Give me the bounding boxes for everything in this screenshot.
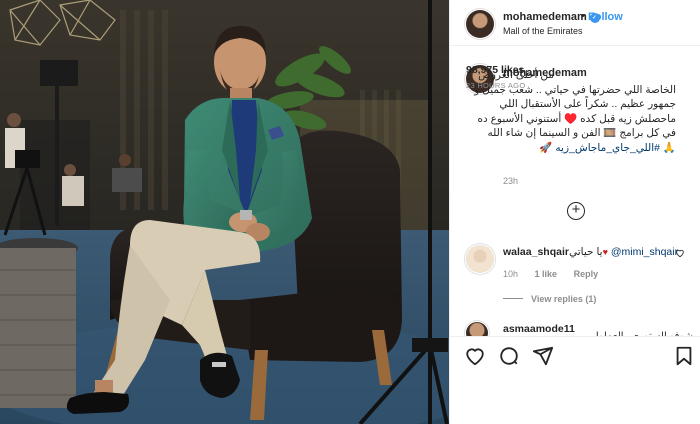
comment-like-heart-icon[interactable] [675, 248, 685, 258]
send-icon[interactable] [532, 345, 554, 367]
follow-button[interactable]: Follow [588, 11, 623, 23]
likes-count[interactable]: 98,975 likes [466, 64, 524, 76]
commenter-avatar[interactable] [466, 245, 494, 273]
separator-dot: • [581, 10, 585, 22]
heart-emoji-icon: ♥ [602, 247, 608, 257]
comment-mention[interactable]: @mimi_shqair [611, 246, 678, 258]
author-avatar[interactable] [466, 10, 494, 38]
comment-reply-button[interactable]: Reply [574, 269, 599, 279]
comment-text: يا حياتي♥ @mimi_shqair [569, 246, 678, 258]
view-replies-label[interactable]: View replies (1) [531, 294, 596, 304]
post-sidebar: mohamedemam ✔ • Follow Mall of the Emirat… [449, 0, 700, 424]
post-actions [450, 336, 700, 424]
post-date[interactable]: 23 HOURS AGO [466, 81, 525, 90]
load-more-comments-plus-circle-icon[interactable]: + [567, 202, 585, 220]
post-header: mohamedemam ✔ • Follow Mall of the Emirat… [450, 0, 700, 46]
comment-meta: 10h 1 like Reply [503, 269, 612, 279]
author-username-text[interactable]: mohamedemam [503, 11, 587, 23]
caption-hashtag[interactable]: #اللي_جاي_ماجاش_زيه [555, 142, 660, 154]
post-photo[interactable] [0, 0, 449, 424]
rocket-icon: 🚀 [539, 141, 553, 154]
author-username[interactable]: mohamedemam ✔ [503, 11, 600, 23]
replies-line [503, 298, 523, 299]
comment-likes[interactable]: 1 like [535, 269, 558, 279]
post-photo-illustration [0, 0, 449, 424]
caption-timestamp[interactable]: 23h [503, 176, 518, 186]
heart-icon[interactable] [464, 345, 486, 367]
comment-time[interactable]: 10h [503, 269, 518, 279]
bookmark-icon[interactable] [673, 345, 695, 367]
comment-body: يا حياتي [569, 246, 603, 258]
comment-icon[interactable] [498, 345, 520, 367]
commenter-username[interactable]: walaa_shqair [503, 246, 569, 258]
post-location[interactable]: Mall of the Emirates [503, 26, 583, 36]
view-replies-button[interactable]: View replies (1) [503, 294, 596, 304]
